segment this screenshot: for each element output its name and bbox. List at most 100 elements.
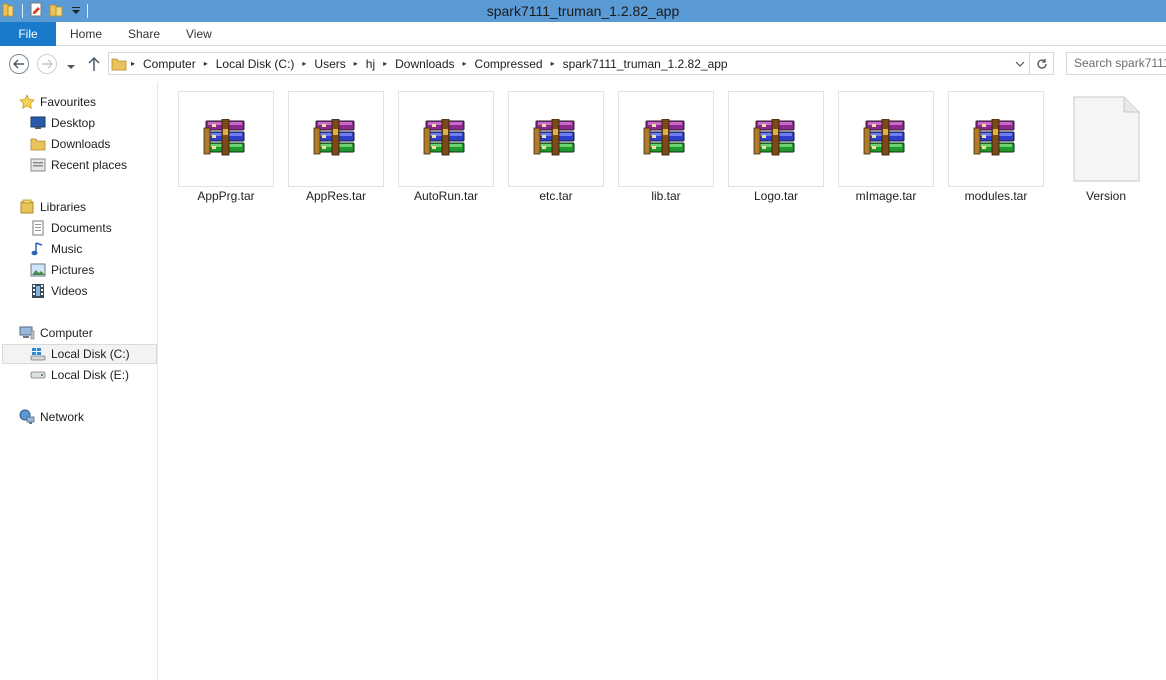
tab-share[interactable]: Share [128,22,160,46]
breadcrumb-users[interactable]: Users [310,57,349,71]
file-item[interactable]: AppRes.tar [288,91,384,203]
file-item[interactable]: lib.tar [618,91,714,203]
breadcrumb-current-folder[interactable]: spark7111_truman_1.2.82_app [559,57,732,71]
forward-arrow-icon [42,59,53,69]
nav-item-local-disk-e[interactable]: Local Disk (E:) [30,365,129,385]
file-name: modules.tar [964,189,1028,203]
nav-item-music[interactable]: Music [30,239,82,259]
pictures-icon [30,262,46,278]
winrar-archive-icon [862,119,910,159]
file-name: Version [1085,189,1127,203]
desktop-icon [30,115,46,131]
file-item[interactable]: etc.tar [508,91,604,203]
nav-label: Favourites [40,95,97,109]
file-item[interactable]: Version [1058,91,1154,203]
chevron-right-icon[interactable]: ▸ [200,59,212,68]
tab-view[interactable]: View [186,22,212,46]
nav-label: Local Disk (E:) [51,368,130,382]
nav-item-downloads[interactable]: Downloads [30,134,110,154]
nav-label: Music [51,242,83,256]
documents-icon [30,220,46,236]
file-name: AppRes.tar [305,189,367,203]
breadcrumb-hj[interactable]: hj [362,57,379,71]
window-title: spark7111_truman_1.2.82_app [486,3,680,19]
nav-label: Computer [40,326,93,340]
nav-computer[interactable]: Computer [19,323,93,343]
windows-drive-icon [30,346,46,362]
ribbon: File Home Share View [0,22,1166,46]
refresh-button[interactable] [1029,53,1053,74]
recent-locations-chevron-icon[interactable] [66,60,76,74]
chevron-right-icon[interactable]: ▸ [547,59,559,68]
breadcrumb-computer[interactable]: Computer [139,57,200,71]
winrar-archive-icon [202,119,250,159]
chevron-right-icon[interactable]: ▸ [127,59,139,68]
breadcrumb-local-disk-c[interactable]: Local Disk (C:) [212,57,299,71]
back-button[interactable] [9,54,29,74]
winrar-archive-icon [422,119,470,159]
winrar-archive-icon [532,119,580,159]
chevron-right-icon[interactable]: ▸ [459,59,471,68]
address-bar[interactable]: ▸ Computer ▸ Local Disk (C:) ▸ Users ▸ h… [108,52,1054,75]
network-icon [19,409,35,425]
file-name: lib.tar [651,189,681,203]
drive-icon [30,367,46,383]
winrar-archive-icon [752,119,800,159]
file-thumbnail [838,91,934,187]
file-item[interactable]: modules.tar [948,91,1044,203]
tab-home[interactable]: Home [70,22,102,46]
file-thumbnail [728,91,824,187]
nav-item-documents[interactable]: Documents [30,218,112,238]
nav-item-pictures[interactable]: Pictures [30,260,94,280]
file-item[interactable]: mImage.tar [838,91,934,203]
nav-item-desktop[interactable]: Desktop [30,113,95,133]
nav-label: Libraries [40,200,87,214]
up-arrow-icon[interactable] [87,56,101,75]
address-dropdown-chevron-icon[interactable] [1013,53,1027,74]
breadcrumb-downloads[interactable]: Downloads [391,57,458,71]
chevron-right-icon[interactable]: ▸ [298,59,310,68]
address-row: ▸ Computer ▸ Local Disk (C:) ▸ Users ▸ h… [0,47,1166,81]
navigation-pane: Favourites Desktop Downloads Recent plac… [0,82,158,680]
file-name: etc.tar [539,189,573,203]
chevron-right-icon[interactable]: ▸ [350,59,362,68]
file-thumbnail [288,91,384,187]
search-input[interactable]: Search spark7111_truman_1.2.82_app [1066,52,1166,75]
file-item[interactable]: AutoRun.tar [398,91,494,203]
file-name: AutoRun.tar [413,189,479,203]
nav-network[interactable]: Network [19,407,84,427]
winrar-archive-icon [642,119,690,159]
file-thumbnail [618,91,714,187]
nav-item-videos[interactable]: Videos [30,281,87,301]
tab-file[interactable]: File [0,22,56,46]
file-thumbnail [508,91,604,187]
nav-label: Desktop [51,116,96,130]
file-name: mImage.tar [855,189,917,203]
nav-label: Pictures [51,263,95,277]
downloads-folder-icon [30,136,46,152]
recent-places-icon [30,157,46,173]
folder-icon [111,56,127,72]
forward-button[interactable] [37,54,57,74]
nav-item-local-disk-c[interactable]: Local Disk (C:) [2,344,157,364]
file-name: Logo.tar [753,189,799,203]
star-icon [19,94,35,110]
nav-item-recent-places[interactable]: Recent places [30,155,127,175]
nav-label: Videos [51,284,88,298]
refresh-icon [1036,58,1047,69]
file-thumbnail [948,91,1044,187]
file-list: AppPrg.tar AppRes.tar AutoRun.tar etc.ta… [159,82,1166,680]
nav-label: Downloads [51,137,111,151]
nav-libraries[interactable]: Libraries [19,197,86,217]
file-thumbnail [178,91,274,187]
chevron-right-icon[interactable]: ▸ [379,59,391,68]
title-bar: spark7111_truman_1.2.82_app [0,0,1166,22]
nav-label: Documents [51,221,112,235]
nav-favourites[interactable]: Favourites [19,92,96,112]
breadcrumb-compressed[interactable]: Compressed [471,57,547,71]
libraries-icon [19,199,35,215]
nav-label: Local Disk (C:) [51,347,130,361]
file-item[interactable]: AppPrg.tar [178,91,274,203]
file-item[interactable]: Logo.tar [728,91,824,203]
file-thumbnail [1058,91,1154,187]
